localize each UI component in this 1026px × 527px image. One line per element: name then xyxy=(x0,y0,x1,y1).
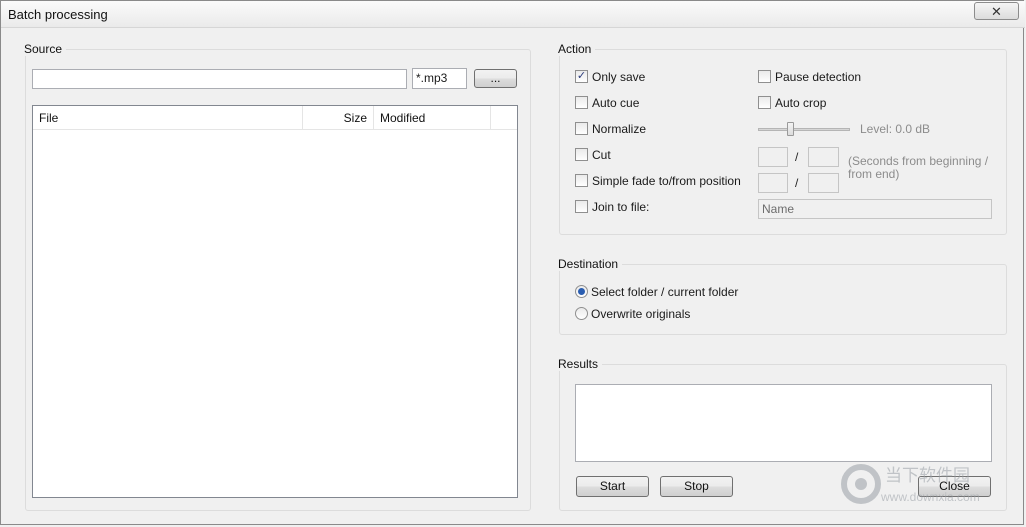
title-bar: Batch processing ✕ xyxy=(1,1,1025,28)
cut-checkbox[interactable]: Cut xyxy=(575,148,611,164)
radio-selected-icon xyxy=(575,285,588,299)
start-button[interactable]: Start xyxy=(576,476,649,497)
auto-cue-checkbox[interactable]: Auto cue xyxy=(575,96,639,112)
level-slider-track[interactable] xyxy=(758,128,850,131)
fade-end-field[interactable] xyxy=(808,173,839,193)
window-title: Batch processing xyxy=(8,7,108,22)
only-save-label: Only save xyxy=(592,70,646,84)
results-group-label: Results xyxy=(554,357,603,371)
overwrite-originals-label: Overwrite originals xyxy=(591,307,691,321)
seconds-hint-line2: from end) xyxy=(848,167,900,181)
simple-fade-checkbox[interactable]: Simple fade to/from position xyxy=(575,174,741,190)
close-button[interactable]: Close xyxy=(918,476,991,497)
source-group-label: Source xyxy=(20,42,67,56)
checkbox-box xyxy=(575,96,588,110)
level-label: Level: 0.0 dB xyxy=(860,122,931,136)
checkbox-box xyxy=(575,174,588,188)
seconds-hint-line1: (Seconds from beginning / xyxy=(848,154,989,168)
normalize-label: Normalize xyxy=(592,122,647,136)
checkbox-box xyxy=(758,96,771,110)
radio-icon xyxy=(575,307,588,321)
join-to-file-checkbox[interactable]: Join to file: xyxy=(575,200,649,216)
pause-detection-checkbox[interactable]: Pause detection xyxy=(758,70,861,86)
auto-crop-label: Auto crop xyxy=(775,96,827,110)
fade-start-field[interactable] xyxy=(758,173,788,193)
column-header-size[interactable]: Size xyxy=(303,106,374,130)
checkmark-icon: ✓ xyxy=(575,70,588,84)
only-save-checkbox[interactable]: ✓ Only save xyxy=(575,70,645,86)
browse-button[interactable]: ... xyxy=(474,69,517,88)
pause-detection-label: Pause detection xyxy=(775,70,862,84)
checkbox-box xyxy=(575,200,588,214)
action-group-label: Action xyxy=(554,42,596,56)
select-folder-label: Select folder / current folder xyxy=(591,285,739,299)
auto-cue-label: Auto cue xyxy=(592,96,640,110)
source-path-field[interactable] xyxy=(32,69,407,89)
checkbox-box xyxy=(758,70,771,84)
auto-crop-checkbox[interactable]: Auto crop xyxy=(758,96,826,112)
fade-separator: / xyxy=(795,176,799,190)
checkbox-box xyxy=(575,122,588,136)
normalize-checkbox[interactable]: Normalize xyxy=(575,122,646,138)
stop-button[interactable]: Stop xyxy=(660,476,733,497)
join-to-file-label: Join to file: xyxy=(592,200,650,214)
window-close-button[interactable]: ✕ xyxy=(974,2,1019,20)
column-header-filler xyxy=(491,106,517,130)
column-header-modified[interactable]: Modified xyxy=(374,106,491,130)
level-slider-thumb[interactable] xyxy=(787,122,794,136)
column-header-file[interactable]: File xyxy=(33,106,303,130)
cut-start-field[interactable] xyxy=(758,147,788,167)
cut-separator: / xyxy=(795,150,799,164)
destination-group-label: Destination xyxy=(554,257,623,271)
overwrite-originals-radio[interactable]: Overwrite originals xyxy=(575,307,690,323)
cut-label: Cut xyxy=(592,148,611,162)
simple-fade-label: Simple fade to/from position xyxy=(592,174,741,188)
select-folder-radio[interactable]: Select folder / current folder xyxy=(575,285,738,301)
join-name-field[interactable]: Name xyxy=(758,199,992,219)
file-filter-field[interactable]: *.mp3 xyxy=(412,68,467,89)
checkbox-box xyxy=(575,148,588,162)
batch-processing-window: Batch processing ✕ Source *.mp3 ... File… xyxy=(0,0,1025,525)
file-list[interactable]: File Size Modified xyxy=(32,105,518,498)
cut-end-field[interactable] xyxy=(808,147,839,167)
results-output[interactable] xyxy=(575,384,992,462)
